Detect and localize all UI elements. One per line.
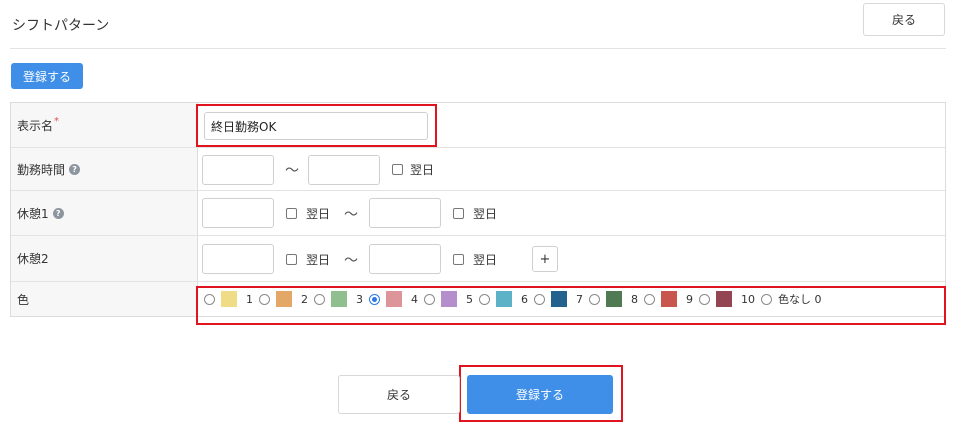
break2-start-next-day-checkbox[interactable] (286, 254, 297, 265)
break1-end-next-day-label: 翌日 (473, 207, 498, 221)
break1-cell: 翌日 〜 翌日 (198, 191, 945, 235)
work-time-cell: 〜 翌日 (198, 148, 945, 190)
row-work-time: 勤務時間 ? 〜 翌日 (11, 148, 945, 191)
break1-start-next-day-checkbox[interactable] (286, 208, 297, 219)
page-title: シフトパターン (12, 18, 110, 34)
help-icon[interactable]: ? (69, 163, 81, 175)
add-break-button[interactable]: + (532, 246, 558, 272)
work-start-input[interactable] (202, 155, 274, 185)
break2-label: 休憩2 (11, 236, 198, 281)
register-button-top[interactable]: 登録する (11, 63, 83, 89)
help-icon[interactable]: ? (52, 207, 64, 219)
shift-pattern-form: 表示名 * 終日勤務OK 勤務時間 ? 〜 翌日 休憩1 ? 翌日 〜 翌日 休… (10, 102, 946, 317)
break2-start-next-day-label: 翌日 (306, 253, 331, 267)
title-divider (10, 48, 946, 49)
required-mark: * (54, 115, 60, 127)
register-button[interactable]: 登録する (467, 375, 613, 414)
back-button-top[interactable]: 戻る (863, 3, 945, 36)
work-time-label: 勤務時間 ? (11, 148, 198, 190)
break1-start-input[interactable] (202, 198, 274, 228)
work-end-input[interactable] (308, 155, 380, 185)
range-tilde: 〜 (344, 207, 358, 223)
color-label-text: 色 (17, 292, 30, 307)
row-break1: 休憩1 ? 翌日 〜 翌日 (11, 191, 945, 236)
break2-end-next-day-checkbox[interactable] (453, 254, 464, 265)
range-tilde: 〜 (285, 163, 299, 179)
break2-cell: 翌日 〜 翌日 + (198, 236, 945, 281)
work-next-day-label: 翌日 (410, 163, 435, 177)
range-tilde: 〜 (344, 253, 358, 269)
break1-label-text: 休憩1 (17, 206, 49, 221)
work-time-label-text: 勤務時間 (17, 162, 66, 177)
break2-end-input[interactable] (369, 244, 441, 274)
highlight-color-row (196, 286, 946, 325)
display-name-label: 表示名 * (11, 103, 198, 147)
highlight-display-name (196, 104, 437, 147)
row-break2: 休憩2 翌日 〜 翌日 + (11, 236, 945, 282)
break1-end-next-day-checkbox[interactable] (453, 208, 464, 219)
break1-label: 休憩1 ? (11, 191, 198, 235)
back-button[interactable]: 戻る (338, 375, 460, 414)
break2-end-next-day-label: 翌日 (473, 253, 498, 267)
display-name-label-text: 表示名 (17, 118, 54, 133)
break2-label-text: 休憩2 (17, 252, 49, 266)
row-display-name: 表示名 * 終日勤務OK (11, 103, 945, 148)
color-label: 色 (11, 282, 198, 316)
break1-end-input[interactable] (369, 198, 441, 228)
break1-start-next-day-label: 翌日 (306, 207, 331, 221)
work-next-day-checkbox[interactable] (392, 164, 403, 175)
break2-start-input[interactable] (202, 244, 274, 274)
